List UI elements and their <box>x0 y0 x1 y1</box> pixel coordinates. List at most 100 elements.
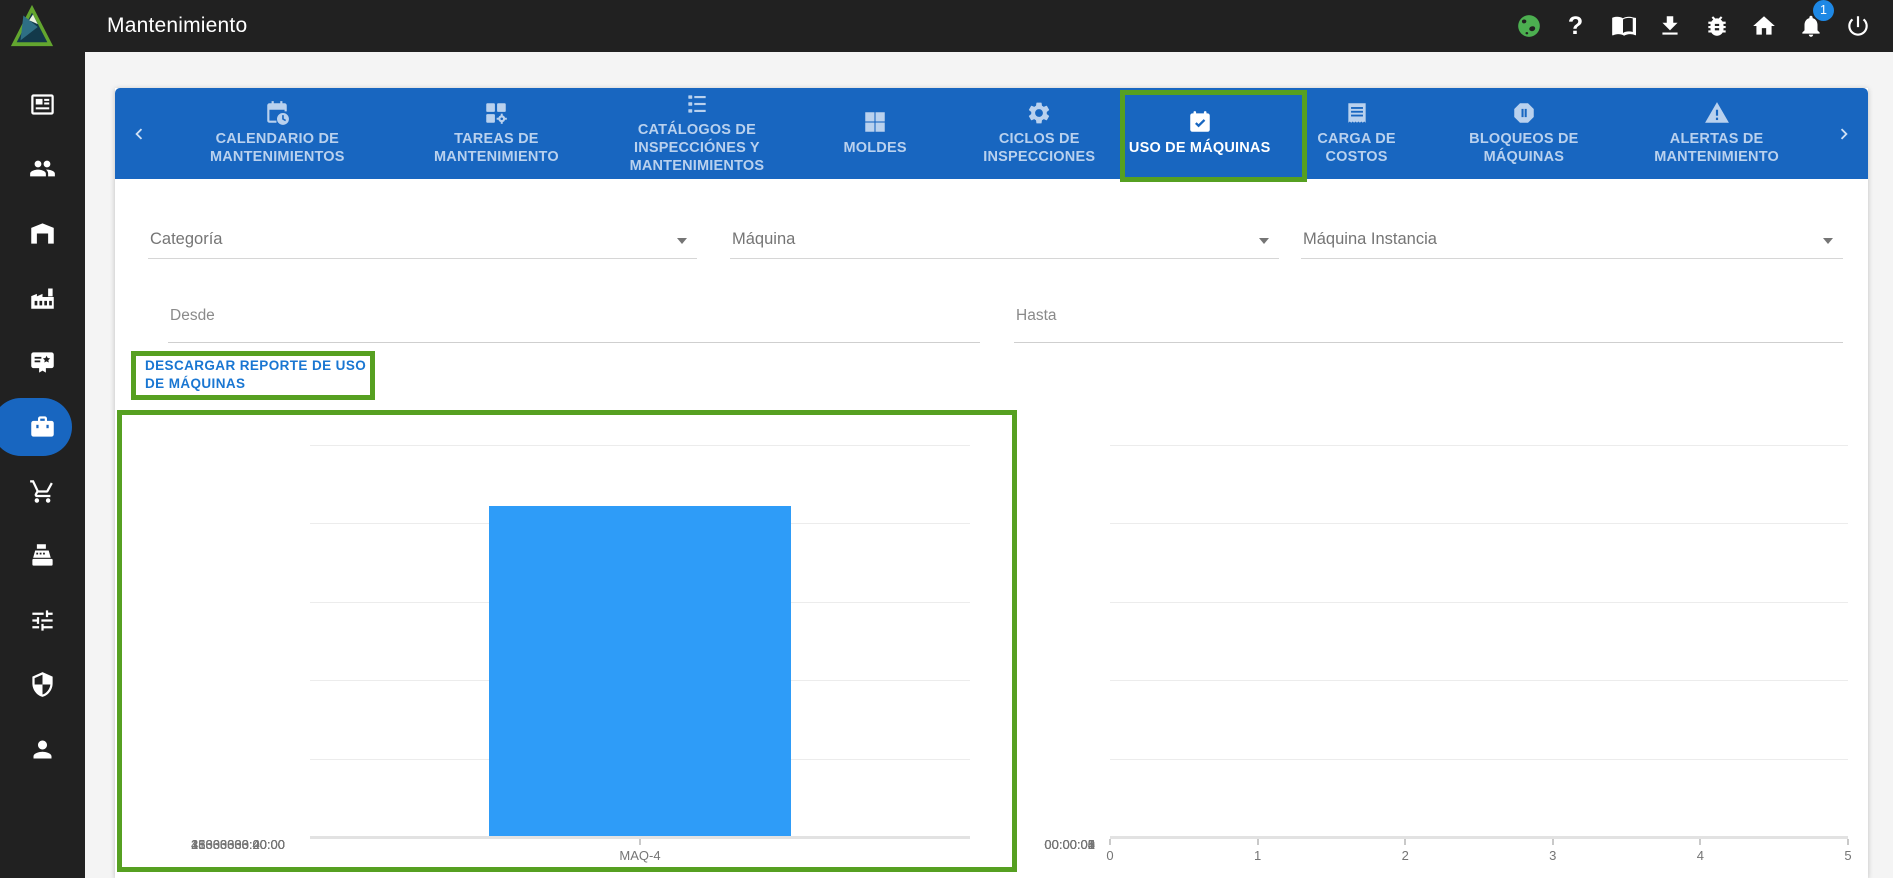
tab-label: CALENDARIO DE MANTENIMIENTOS <box>171 131 384 166</box>
categoria-select[interactable]: Categoría <box>148 218 697 259</box>
tune-icon <box>29 607 56 634</box>
plot-area: 012345 <box>1110 445 1848 837</box>
factory-icon <box>29 284 56 311</box>
register-icon <box>29 542 56 569</box>
x-tick-label: 5 <box>1844 848 1851 863</box>
sidebar-item-settings[interactable] <box>0 588 85 653</box>
calendar-check-icon <box>1187 109 1213 135</box>
x-tick <box>1109 839 1111 845</box>
tab-tareas-de-mantenimiento[interactable]: TAREAS DE MANTENIMIENTO <box>392 88 602 179</box>
pause-octagon-icon <box>1511 100 1537 126</box>
category-label: MAQ-4 <box>619 848 660 863</box>
x-tick <box>1257 839 1259 845</box>
tab-label: CICLOS DE INSPECCIONES <box>966 131 1113 166</box>
tab-uso-de-maquinas[interactable]: USO DE MÁQUINAS <box>1121 88 1279 179</box>
cart-icon <box>29 478 56 505</box>
module-tabbar: CALENDARIO DE MANTENIMIENTOS TAREAS DE M… <box>115 88 1868 179</box>
tab-label: TAREAS DE MANTENIMIENTO <box>400 131 594 166</box>
app-logo[interactable] <box>9 3 55 49</box>
tab-catalogos-de-inspecciones[interactable]: CATÁLOGOS DE INSPECCIÓNES Y MANTENIMIENT… <box>601 88 792 179</box>
gridline <box>1110 523 1848 524</box>
sidebar-item-factory[interactable] <box>0 266 85 331</box>
tab-label: BLOQUEOS DE MÁQUINAS <box>1443 131 1606 166</box>
shield-icon <box>29 671 56 698</box>
tab-label: CARGA DE COSTOS <box>1287 131 1427 166</box>
tab-alertas-de-mantenimiento[interactable]: ALERTAS DE MANTENIMIENTO <box>1613 88 1820 179</box>
power-icon[interactable] <box>1844 13 1871 40</box>
tab-label: ALERTAS DE MANTENIMIENTO <box>1621 131 1812 166</box>
usage-hours-bar-chart: 41666666:40:0033333333:20:0025000000:00:… <box>117 410 1016 872</box>
x-tick <box>639 839 641 845</box>
x-tick <box>1552 839 1554 845</box>
tab-label: USO DE MÁQUINAS <box>1129 140 1271 158</box>
maquina-label: Máquina <box>732 230 795 249</box>
calendar-clock-icon <box>264 100 290 126</box>
bell-icon[interactable]: 1 <box>1797 13 1824 40</box>
x-tick <box>1847 839 1849 845</box>
sidebar-item-news[interactable] <box>0 72 85 137</box>
tabs-scroll-left-button[interactable] <box>115 88 163 179</box>
tab-moldes[interactable]: MOLDES <box>793 88 958 179</box>
x-tick-label: 3 <box>1549 848 1556 863</box>
sidebar-item-profile[interactable] <box>0 717 85 782</box>
maquina-instancia-label: Máquina Instancia <box>1303 230 1437 249</box>
notification-badge: 1 <box>1813 0 1834 21</box>
usage-bar-maq-4 <box>489 506 791 836</box>
tab-carga-de-costos[interactable]: CARGA DE COSTOS <box>1279 88 1435 179</box>
list-icon <box>684 91 710 117</box>
x-tick <box>1404 839 1406 845</box>
x-tick-label: 2 <box>1402 848 1409 863</box>
sidebar-item-security[interactable] <box>0 653 85 718</box>
tabs-scroll-right-button[interactable] <box>1820 88 1868 179</box>
y-tick-label: 00:00:00 <box>1000 837 1095 852</box>
gridline <box>310 445 970 446</box>
warning-icon <box>1704 100 1730 126</box>
x-axis-line <box>1110 836 1848 839</box>
book-icon[interactable] <box>1609 13 1636 40</box>
download-icon[interactable] <box>1656 13 1683 40</box>
tab-bloqueos-de-maquinas[interactable]: BLOQUEOS DE MÁQUINAS <box>1435 88 1614 179</box>
x-tick-label: 1 <box>1254 848 1261 863</box>
bug-icon[interactable] <box>1703 13 1730 40</box>
gridline <box>1110 445 1848 446</box>
sidebar-item-sales[interactable] <box>0 524 85 589</box>
descargar-reporte-link[interactable]: DESCARGAR REPORTE DE USO DE MÁQUINAS <box>145 357 370 392</box>
maintenance-briefcase-icon <box>29 413 56 440</box>
tab-label: CATÁLOGOS DE INSPECCIÓNES Y MANTENIMIENT… <box>609 122 784 175</box>
x-tick-label: 0 <box>1106 848 1113 863</box>
sidebar-item-warehouse[interactable] <box>0 201 85 266</box>
tab-label: MOLDES <box>843 140 906 158</box>
topbar: Mantenimiento ? <box>0 0 1893 52</box>
empty-usage-chart: 00:00:0500:00:0400:00:0300:00:0200:00:01… <box>1000 410 1868 872</box>
chevron-left-icon <box>128 123 150 145</box>
receipt-icon <box>1344 100 1370 126</box>
users-icon <box>29 155 56 182</box>
help-icon[interactable]: ? <box>1562 13 1589 40</box>
x-tick-label: 4 <box>1697 848 1704 863</box>
desde-date-input[interactable]: Desde <box>168 300 980 343</box>
news-icon <box>29 91 56 118</box>
gridline <box>1110 759 1848 760</box>
home-icon[interactable] <box>1750 13 1777 40</box>
maquina-instancia-select[interactable]: Máquina Instancia <box>1301 218 1843 259</box>
chevron-down-icon <box>1823 238 1833 244</box>
chevron-down-icon <box>1259 238 1269 244</box>
gridline <box>1110 680 1848 681</box>
desde-label: Desde <box>170 307 215 325</box>
y-tick-label: 00:00:00 <box>117 837 285 852</box>
triangle-logo-icon <box>9 3 55 49</box>
sidebar-item-users[interactable] <box>0 137 85 202</box>
tab-calendario-de-mantenimientos[interactable]: CALENDARIO DE MANTENIMIENTOS <box>163 88 392 179</box>
gear-sync-icon <box>1026 100 1052 126</box>
maquina-select[interactable]: Máquina <box>730 218 1279 259</box>
categoria-label: Categoría <box>150 230 222 249</box>
tab-ciclos-de-inspecciones[interactable]: CICLOS DE INSPECCIONES <box>958 88 1121 179</box>
app-window: Mantenimiento ? <box>0 0 1893 878</box>
topbar-actions: ? 1 <box>1515 13 1871 40</box>
sidebar-item-maintenance[interactable] <box>0 395 85 460</box>
sidebar-item-purchases[interactable] <box>0 459 85 524</box>
sidebar-item-certificates[interactable] <box>0 330 85 395</box>
hasta-date-input[interactable]: Hasta <box>1014 300 1843 343</box>
globe-icon[interactable] <box>1515 13 1542 40</box>
chevron-down-icon <box>677 238 687 244</box>
